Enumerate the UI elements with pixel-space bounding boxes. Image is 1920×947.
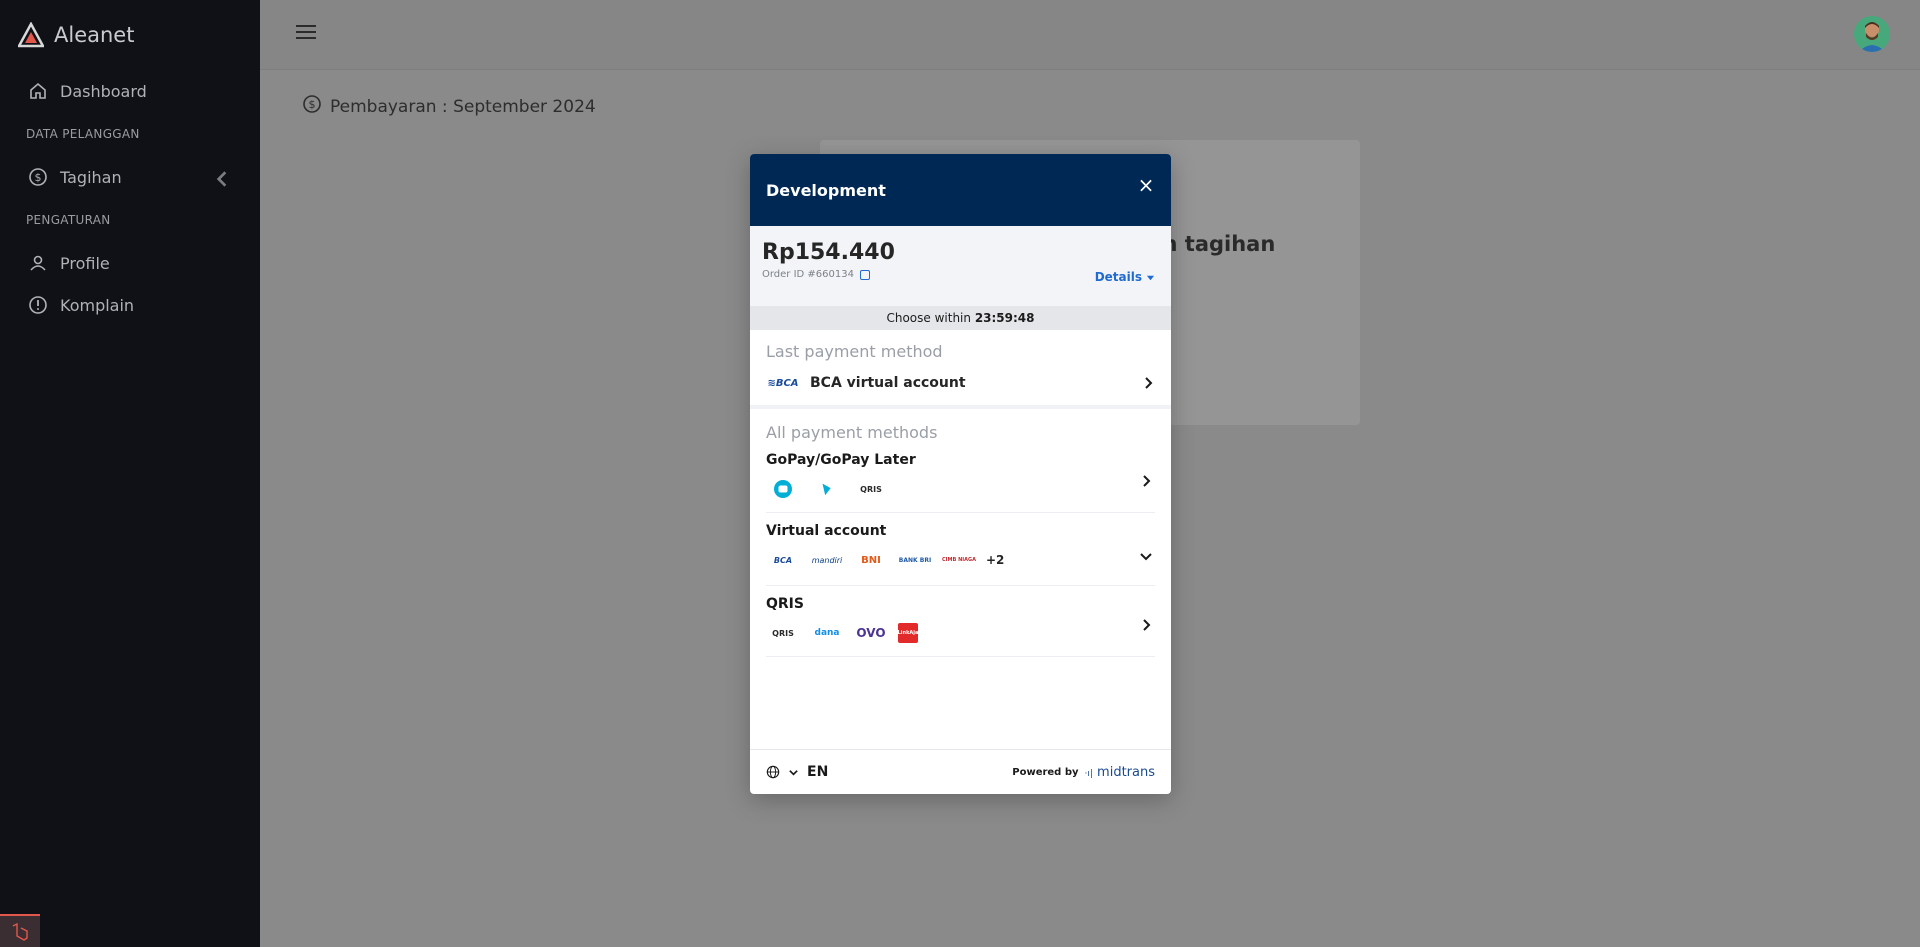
avatar[interactable] <box>1854 16 1890 52</box>
method-virtual-account[interactable]: Virtual account BCA mandiri BNI BANK BRI… <box>750 513 1171 586</box>
dollar-icon: $ <box>28 167 48 187</box>
sidebar-item-komplain[interactable]: Komplain <box>0 284 260 326</box>
top-bar <box>260 0 1920 70</box>
sidebar-item-label: Tagihan <box>60 167 122 187</box>
sidebar-item-label: Komplain <box>60 295 135 315</box>
method-title: QRIS <box>766 596 804 612</box>
page-title: $ Pembayaran : September 2024 <box>302 94 596 119</box>
modal-title: Development <box>766 180 886 200</box>
page-title-text: Pembayaran : September 2024 <box>330 96 596 117</box>
qris-logo-icon: QRIS <box>772 628 794 638</box>
cimb-logo-icon: CIMB NIAGA <box>942 557 976 563</box>
all-payment-label: All payment methods <box>766 423 938 442</box>
method-title: Virtual account <box>766 523 887 539</box>
chevron-down-icon <box>789 769 798 776</box>
midtrans-logo: ·ı| midtrans <box>1085 765 1156 780</box>
method-gopay[interactable]: GoPay/GoPay Later QRIS <box>750 442 1171 513</box>
midtrans-brand: midtrans <box>1097 764 1155 780</box>
sidebar-item-tagihan[interactable]: $ Tagihan <box>0 156 260 198</box>
close-icon[interactable]: × <box>1137 175 1155 195</box>
language-code: EN <box>807 764 829 780</box>
laravel-debug-icon[interactable] <box>0 914 40 947</box>
sidebar-item-label: Profile <box>60 253 110 273</box>
chevron-right-icon <box>1145 377 1153 389</box>
sidebar: Aleanet Dashboard DATA PELANGGAN $ Tagih… <box>0 0 260 947</box>
qris-logo-icon: QRIS <box>860 484 882 494</box>
timer-value: 23:59:48 <box>974 311 1035 325</box>
ovo-logo-icon: OVO <box>856 626 886 640</box>
bca-logo-icon: ≋BCA <box>767 377 799 389</box>
countdown-timer: Choose within 23:59:48 <box>750 306 1171 330</box>
svg-text:$: $ <box>35 171 42 184</box>
bni-logo-icon: BNI <box>861 554 881 566</box>
method-qris[interactable]: QRIS QRIS dana OVO LinkAja <box>750 586 1171 657</box>
brand-name: Aleanet <box>54 23 135 47</box>
caret-down-icon <box>1146 275 1155 280</box>
chevron-left-icon <box>212 169 232 189</box>
alert-icon <box>28 295 48 315</box>
payment-modal: Development × Rp154.440 Order ID #660134… <box>750 154 1171 794</box>
modal-header: Development × <box>750 154 1171 226</box>
bca-logo-icon: BCA <box>773 555 793 565</box>
brand[interactable]: Aleanet <box>0 0 260 70</box>
linkaja-logo-icon: LinkAja <box>898 623 918 643</box>
svg-text:$: $ <box>309 98 316 111</box>
last-payment-label: Last payment method <box>766 342 943 361</box>
chevron-right-icon <box>1143 475 1151 487</box>
order-id-text: Order ID #660134 <box>762 269 854 280</box>
method-title: GoPay/GoPay Later <box>766 452 916 468</box>
details-button[interactable]: Details <box>1095 270 1155 284</box>
more-banks-count: +2 <box>986 553 1005 567</box>
last-method-name: BCA virtual account <box>810 375 966 391</box>
gopay-logo-icon <box>766 480 800 498</box>
user-icon <box>28 253 48 273</box>
modal-footer: EN Powered by ·ı| midtrans <box>750 749 1171 794</box>
sidebar-item-dashboard[interactable]: Dashboard <box>0 70 260 112</box>
details-label: Details <box>1094 270 1142 284</box>
sidebar-item-profile[interactable]: Profile <box>0 242 260 284</box>
language-selector[interactable]: EN <box>766 764 828 780</box>
sidebar-section-pengaturan: PENGATURAN <box>26 213 111 227</box>
midtrans-mark-icon: ·ı| <box>1084 768 1093 779</box>
dana-logo-icon: dana <box>814 628 840 638</box>
sidebar-item-label: Dashboard <box>60 81 147 101</box>
chevron-right-icon <box>1143 619 1151 631</box>
copy-icon[interactable] <box>859 269 870 280</box>
mandiri-logo-icon: mandiri <box>811 555 843 565</box>
home-icon <box>28 81 48 101</box>
powered-by: Powered by ·ı| midtrans <box>1012 765 1155 780</box>
globe-icon <box>766 765 780 779</box>
aleanet-logo-icon <box>18 22 44 48</box>
gopay-later-logo-icon <box>810 480 844 498</box>
powered-label: Powered by <box>1012 766 1079 778</box>
bri-logo-icon: BANK BRI <box>898 556 932 564</box>
amount: Rp154.440 <box>762 240 895 265</box>
dollar-circle-icon: $ <box>302 94 322 119</box>
amount-section: Rp154.440 Order ID #660134 Details <box>750 226 1171 306</box>
hamburger-menu-icon[interactable] <box>296 25 316 41</box>
last-payment-method[interactable]: ≋BCA BCA virtual account <box>750 361 1171 409</box>
timer-label: Choose within <box>886 311 971 325</box>
chevron-down-icon <box>1140 553 1152 561</box>
sidebar-section-data-pelanggan: DATA PELANGGAN <box>26 127 140 141</box>
